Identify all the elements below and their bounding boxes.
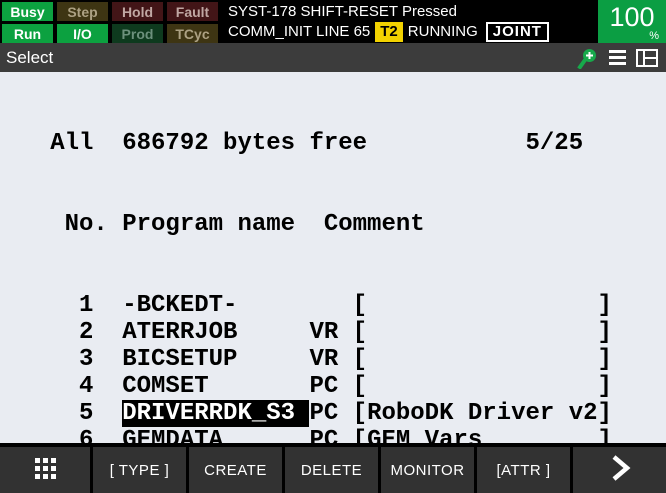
alarm-message: SYST-178 SHIFT-RESET Pressed [228, 2, 591, 22]
next-page-button[interactable] [573, 447, 666, 493]
program-list: 1 -BCKEDT- [ ] 2 ATERRJOB VR [ ] 3 BICSE… [7, 292, 666, 443]
program-row[interactable]: 6 GEMDATA PC [GEM Vars ] [7, 427, 666, 443]
softkey-bar: [ TYPE ] CREATE DELETE MONITOR [ATTR ] [0, 443, 666, 493]
teach-mode-badge: T2 [375, 22, 403, 42]
led-run: Run [2, 24, 53, 43]
program-select-content: All 686792 bytes free 5/25 No. Program n… [0, 72, 666, 443]
program-name: GEMDATA [122, 427, 309, 443]
softkey-create[interactable]: CREATE [189, 447, 282, 493]
program-row[interactable]: 2 ATERRJOB VR [ ] [7, 319, 666, 346]
top-status-bar: Busy Step Hold Fault Run I/O Prod TCyc S… [0, 0, 666, 43]
program-row[interactable]: 5 DRIVERRDK_S3 PC [RoboDK Driver v2] [7, 400, 666, 427]
program-number: 5 [7, 400, 122, 427]
program-name: COMSET [122, 373, 309, 400]
softkey-monitor[interactable]: MONITOR [381, 447, 474, 493]
program-number: 6 [7, 427, 122, 443]
program-number: 2 [7, 319, 122, 346]
program-row[interactable]: 4 COMSET PC [ ] [7, 373, 666, 400]
program-name: BICSETUP [122, 346, 309, 373]
led-tcyc: TCyc [167, 24, 218, 43]
comm-program-line: COMM_INIT LINE 65 [228, 23, 370, 40]
run-state-label: RUNNING [408, 23, 478, 40]
program-type-and-comment: PC [ ] [309, 373, 611, 400]
menu-icon[interactable] [609, 50, 626, 65]
program-name: -BCKEDT- [122, 292, 309, 319]
window-title-bar: Select [0, 43, 666, 72]
led-step: Step [57, 2, 108, 21]
led-prod: Prod [112, 24, 163, 43]
menu-grid-button[interactable] [0, 447, 90, 493]
coord-system-badge: JOINT [486, 22, 549, 42]
program-type-and-comment: VR [ ] [309, 319, 611, 346]
speed-override-indicator: 100 % [598, 0, 666, 43]
program-number: 4 [7, 373, 122, 400]
program-number: 3 [7, 346, 122, 373]
led-busy: Busy [2, 2, 53, 21]
softkey-type[interactable]: [ TYPE ] [93, 447, 186, 493]
program-type-and-comment: PC [GEM Vars ] [309, 427, 611, 443]
list-column-headers: No. Program name Comment [7, 211, 666, 238]
chevron-right-icon [608, 452, 632, 488]
list-summary-line: All 686792 bytes free 5/25 [7, 130, 666, 157]
program-number: 1 [7, 292, 122, 319]
program-row[interactable]: 3 BICSETUP VR [ ] [7, 346, 666, 373]
teach-pendant-screen: Busy Step Hold Fault Run I/O Prod TCyc S… [0, 0, 666, 493]
zoom-in-icon[interactable] [577, 47, 599, 69]
softkey-delete[interactable]: DELETE [285, 447, 378, 493]
led-hold: Hold [112, 2, 163, 21]
selected-program-name: DRIVERRDK_S3 [122, 400, 309, 427]
status-led-panel: Busy Step Hold Fault Run I/O Prod TCyc [0, 0, 218, 43]
speed-unit: % [649, 30, 659, 42]
program-type-and-comment: PC [RoboDK Driver v2] [309, 400, 611, 427]
split-panes-icon[interactable] [636, 49, 658, 67]
program-type-and-comment: VR [ ] [309, 346, 611, 373]
page-title: Select [6, 48, 567, 68]
grid-icon [35, 458, 56, 483]
softkey-attr[interactable]: [ATTR ] [477, 447, 570, 493]
program-name: ATERRJOB [122, 319, 309, 346]
program-row[interactable]: 1 -BCKEDT- [ ] [7, 292, 666, 319]
led-io: I/O [57, 24, 108, 43]
comm-status-line: COMM_INIT LINE 65 T2 RUNNING JOINT [228, 22, 591, 42]
led-fault: Fault [167, 2, 218, 21]
status-message-area: SYST-178 SHIFT-RESET Pressed COMM_INIT L… [218, 0, 591, 43]
speed-value: 100 [598, 0, 666, 34]
program-type-and-comment: [ ] [309, 292, 611, 319]
